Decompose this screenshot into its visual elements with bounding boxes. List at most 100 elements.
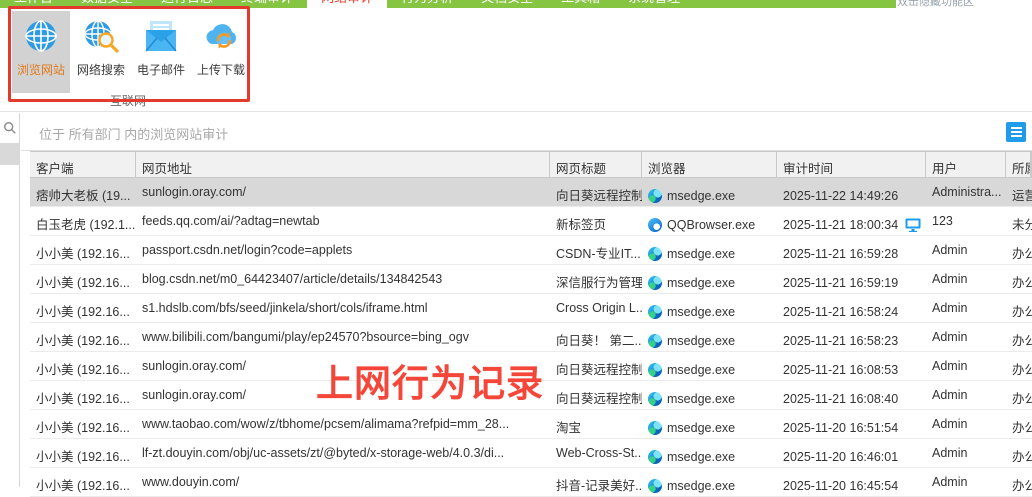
cell-title: 向日葵远程控制... (550, 178, 642, 206)
browser-name: msedge.exe (667, 363, 735, 377)
qqbrowser-icon (648, 218, 662, 232)
cell-browser: msedge.exe (642, 294, 777, 322)
cell-department: 办公 (1006, 265, 1032, 293)
audit-time: 2025-11-21 16:58:24 (783, 305, 898, 319)
cell-url: passport.csdn.net/login?code=applets (136, 236, 550, 264)
column-header-7[interactable]: 所属 (1006, 152, 1031, 177)
table-row[interactable]: 小小美 (192.16...blog.csdn.net/m0_64423407/… (30, 265, 1032, 294)
cell-browser: msedge.exe (642, 439, 777, 467)
table-body: 痞帅大老板 (19...sunlogin.oray.com/向日葵远程控制...… (30, 178, 1032, 497)
audit-time: 2025-11-20 16:51:54 (783, 421, 898, 435)
cell-department: 办公 (1006, 323, 1032, 351)
ribbon-button-1[interactable]: 浏览网站 (12, 11, 70, 93)
table-header-row: 客户端网页地址网页标题浏览器审计时间用户所属 (30, 151, 1032, 178)
email-icon (142, 17, 180, 55)
cell-time: 2025-11-21 16:59:28 (777, 236, 926, 264)
ribbon-button-4[interactable]: 上传下载 (192, 11, 250, 93)
cell-time: 2025-11-21 16:58:23 (777, 323, 926, 351)
audit-time: 2025-11-21 16:58:23 (783, 334, 898, 348)
tab-1[interactable]: 工作台 (0, 0, 67, 8)
cell-client: 小小美 (192.16... (30, 236, 136, 264)
column-header-3[interactable]: 网页标题 (550, 152, 642, 177)
tab-strip: 工作台数据安全运行日志终端审计网络审计行为分析文档安全工具箱系统管理 (0, 0, 896, 8)
cell-user: Admin (926, 265, 1006, 293)
cell-browser: msedge.exe (642, 468, 777, 496)
rail-scroll-thumb[interactable] (0, 143, 19, 165)
ribbon-tab-bar: 工作台数据安全运行日志终端审计网络审计行为分析文档安全工具箱系统管理 双击隐藏功… (0, 0, 1032, 8)
cell-department: 办公 (1006, 294, 1032, 322)
ribbon-panel: 浏览网站网络搜索电子邮件上传下载 互联网 (0, 8, 1032, 112)
column-header-4[interactable]: 浏览器 (642, 152, 777, 177)
tab-3[interactable]: 运行日志 (147, 0, 227, 8)
table-row[interactable]: 小小美 (192.16...www.bilibili.com/bangumi/p… (30, 323, 1032, 352)
tab-4[interactable]: 终端审计 (227, 0, 307, 8)
cell-user: Admin (926, 352, 1006, 380)
column-header-1[interactable]: 客户端 (30, 152, 136, 177)
globe-icon (22, 17, 60, 55)
browser-name: QQBrowser.exe (667, 218, 755, 232)
cell-user: Admin (926, 381, 1006, 409)
tab-8[interactable]: 工具箱 (547, 0, 614, 8)
search-icon[interactable] (3, 121, 17, 135)
cell-client: 小小美 (192.16... (30, 439, 136, 467)
browser-name: msedge.exe (667, 479, 735, 493)
cell-title: Cross Origin L... (550, 294, 642, 322)
cell-browser: msedge.exe (642, 265, 777, 293)
cell-time: 2025-11-20 16:45:54 (777, 468, 926, 496)
cell-time: 2025-11-21 16:58:24 (777, 294, 926, 322)
cell-user: Admin (926, 323, 1006, 351)
tab-6[interactable]: 行为分析 (387, 0, 467, 8)
audit-time: 2025-11-21 16:08:53 (783, 363, 898, 377)
ribbon-button-group: 浏览网站网络搜索电子邮件上传下载 (12, 11, 252, 93)
tab-9[interactable]: 系统管理 (614, 0, 694, 8)
tab-7[interactable]: 文档安全 (467, 0, 547, 8)
cell-client: 小小美 (192.16... (30, 410, 136, 438)
cell-title: 向日葵！ 第二... (550, 323, 642, 351)
table-row[interactable]: 小小美 (192.16...lf-zt.douyin.com/obj/uc-as… (30, 439, 1032, 468)
tab-5[interactable]: 网络审计 (307, 0, 387, 8)
edge-browser-icon (648, 392, 662, 406)
cell-department: 未分 (1006, 207, 1032, 235)
cell-title: 向日葵远程控制... (550, 381, 642, 409)
column-header-2[interactable]: 网页地址 (136, 152, 550, 177)
globe-search-icon (82, 17, 120, 55)
cell-browser: msedge.exe (642, 410, 777, 438)
column-header-6[interactable]: 用户 (926, 152, 1006, 177)
ribbon-button-2[interactable]: 网络搜索 (72, 11, 130, 93)
cell-user: Administra... (926, 178, 1006, 206)
table-row[interactable]: 小小美 (192.16...www.taobao.com/wow/z/tbhom… (30, 410, 1032, 439)
cell-url: feeds.qq.com/ai/?adtag=newtab (136, 207, 550, 235)
table-row[interactable]: 痞帅大老板 (19...sunlogin.oray.com/向日葵远程控制...… (30, 178, 1032, 207)
cell-client: 小小美 (192.16... (30, 294, 136, 322)
audit-time: 2025-11-21 16:08:40 (783, 392, 898, 406)
cell-title: Web-Cross-St... (550, 439, 642, 467)
cell-department: 运营 (1006, 178, 1032, 206)
table-row[interactable]: 小小美 (192.16...passport.csdn.net/login?co… (30, 236, 1032, 265)
ribbon-button-label: 上传下载 (197, 61, 245, 78)
monitor-icon (905, 218, 921, 232)
table-row[interactable]: 小小美 (192.16...www.douyin.com/抖音-记录美好...m… (30, 468, 1032, 497)
scope-description: 位于 所有部门 内的浏览网站审计 (39, 124, 228, 143)
cell-time: 2025-11-22 14:49:26 (777, 178, 926, 206)
browser-name: msedge.exe (667, 247, 735, 261)
filter-bar: 位于 所有部门 内的浏览网站审计 (21, 113, 1032, 151)
cell-title: 向日葵远程控制... (550, 352, 642, 380)
cell-title: 新标签页 (550, 207, 642, 235)
cell-url: sunlogin.oray.com/ (136, 178, 550, 206)
edge-browser-icon (648, 305, 662, 319)
column-header-5[interactable]: 审计时间 (777, 152, 926, 177)
tab-2[interactable]: 数据安全 (67, 0, 147, 8)
ribbon-button-3[interactable]: 电子邮件 (132, 11, 190, 93)
table-row[interactable]: 小小美 (192.16...s1.hdslb.com/bfs/seed/jink… (30, 294, 1032, 323)
cell-url: s1.hdslb.com/bfs/seed/jinkela/short/cols… (136, 294, 550, 322)
cell-time: 2025-11-20 16:46:01 (777, 439, 926, 467)
table-row[interactable]: 白玉老虎 (192.1...feeds.qq.com/ai/?adtag=new… (30, 207, 1032, 236)
cell-department: 办公 (1006, 236, 1032, 264)
cell-department: 办公 (1006, 352, 1032, 380)
browser-name: msedge.exe (667, 450, 735, 464)
list-view-icon[interactable] (1006, 122, 1026, 142)
edge-browser-icon (648, 276, 662, 290)
cell-department: 办公 (1006, 410, 1032, 438)
cell-department: 办公 (1006, 468, 1032, 496)
cell-user: Admin (926, 294, 1006, 322)
